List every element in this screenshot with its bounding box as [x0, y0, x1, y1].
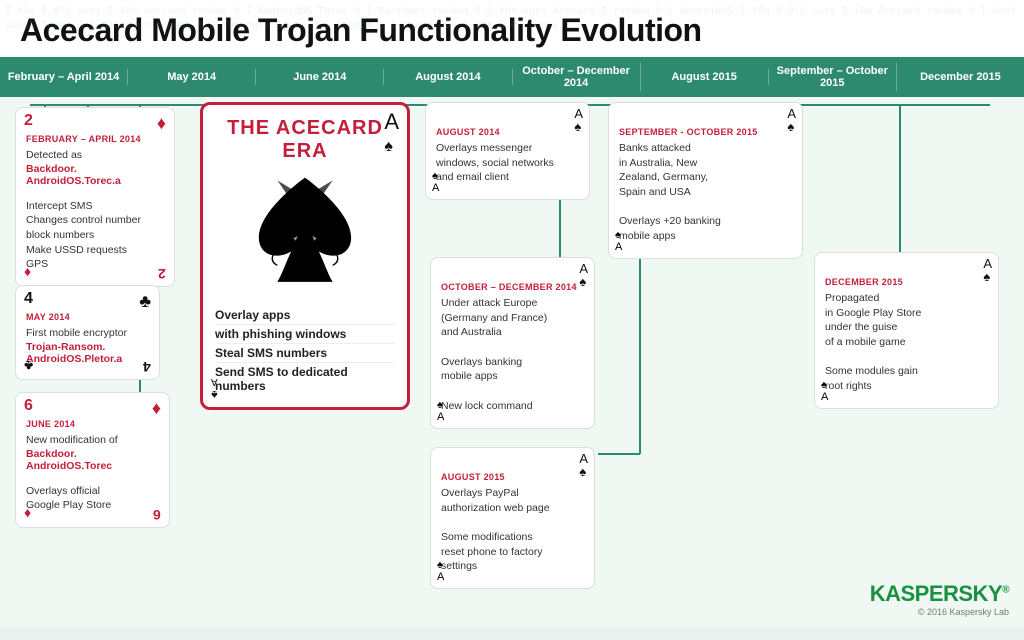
card-date-june: JUNE 2014: [26, 419, 159, 429]
card-number-may-bottom: 4: [143, 360, 151, 374]
card-suit-oct14-top: A♠: [579, 262, 588, 288]
card-suit-aug14-top: A♠: [574, 107, 583, 133]
ace-feature-2: with phishing windows: [215, 325, 395, 344]
kaspersky-logo-text: KASPERSKY®: [870, 581, 1009, 607]
ace-suit-top: A♠: [384, 111, 399, 155]
card-number-june-bottom: 6: [153, 508, 161, 522]
card-dec-2015: A♠ DECEMBER 2015 Propagatedin Google Pla…: [814, 252, 999, 409]
card-oct-dec-2014: A♠ OCTOBER – DECEMBER 2014 Under attack …: [430, 257, 595, 429]
card-feb-apr-2014: 2 ♦ FEBRUARY – APRIL 2014 Detected as Ba…: [15, 107, 175, 287]
card-suit-sep15-top: A♠: [787, 107, 796, 133]
ace-features: Overlay apps with phishing windows Steal…: [215, 306, 395, 395]
card-date-aug14: AUGUST 2014: [436, 127, 579, 137]
kaspersky-logo-block: KASPERSKY® © 2016 Kaspersky Lab: [870, 581, 1009, 617]
card-suit-dec15-top: A♠: [983, 257, 992, 283]
ace-suit-bottom: ♠A: [211, 376, 218, 401]
ace-feature-3: Steal SMS numbers: [215, 344, 395, 363]
main-container: 5 Y0n 8.0°C nuts 5 Y0n Acecard random 0 …: [0, 0, 1024, 640]
card-aug-2015: A♠ AUGUST 2015 Overlays PayPalauthorizat…: [430, 447, 595, 589]
card-suit-aug14-bottom: ♠A: [432, 170, 439, 194]
card-date-dec15: DECEMBER 2015: [825, 277, 988, 287]
card-aug-2014: A♠ AUGUST 2014 Overlays messengerwindows…: [425, 102, 590, 200]
card-may-2014: 4 ♣ MAY 2014 First mobile encryptor Troj…: [15, 285, 160, 380]
card-suit-may: ♣: [139, 292, 151, 310]
card-suit-june-bottom: ♦: [24, 507, 31, 521]
ace-card-center: A♠ THE ACECARD ERA: [200, 102, 410, 410]
card-number-feb-bottom: 2: [158, 267, 166, 281]
card-suit-aug15-bottom: ♠A: [437, 559, 444, 583]
card-text-june-2: Overlays officialGoogle Play Store: [26, 484, 159, 513]
card-text-dec15: Propagatedin Google Play Storeunder the …: [825, 291, 988, 394]
kaspersky-copyright: © 2016 Kaspersky Lab: [870, 607, 1009, 617]
card-number-feb: 2: [24, 113, 33, 129]
card-date-aug15: AUGUST 2015: [441, 472, 584, 482]
content-area: 2 ♦ FEBRUARY – APRIL 2014 Detected as Ba…: [0, 97, 1024, 627]
card-june-2014: 6 ♦ JUNE 2014 New modification of Backdo…: [15, 392, 170, 528]
card-suit-june: ♦: [152, 399, 161, 417]
card-date-may: MAY 2014: [26, 312, 149, 322]
card-text-may-1: First mobile encryptor: [26, 326, 149, 341]
card-text-aug14: Overlays messengerwindows, social networ…: [436, 141, 579, 185]
card-link-feb: Backdoor.AndroidOS.Torec.a: [26, 163, 164, 187]
card-date-oct14: OCTOBER – DECEMBER 2014: [441, 282, 584, 292]
card-number-may: 4: [24, 291, 33, 307]
card-suit-feb-bottom: ♦: [24, 266, 31, 280]
card-date-feb: FEBRUARY – APRIL 2014: [26, 134, 164, 144]
card-text-feb-1: Detected as: [26, 148, 164, 163]
card-sep-oct-2015: A♠ SEPTEMBER - OCTOBER 2015 Banks attack…: [608, 102, 803, 259]
card-suit-feb: ♦: [157, 114, 166, 132]
card-text-feb-2: Intercept SMSChanges control numberblock…: [26, 199, 164, 272]
card-link-may: Trojan-Ransom.AndroidOS.Pletor.a: [26, 341, 149, 365]
kaspersky-superscript: ®: [1002, 585, 1009, 596]
card-text-aug15: Overlays PayPalauthorization web pageSom…: [441, 486, 584, 574]
card-text-june-1: New modification of: [26, 433, 159, 448]
card-suit-dec15-bottom: ♠A: [821, 379, 828, 403]
card-suit-sep15-bottom: ♠A: [615, 229, 622, 253]
card-date-sep15: SEPTEMBER - OCTOBER 2015: [619, 127, 792, 137]
card-suit-oct14-bottom: ♠A: [437, 399, 444, 423]
card-text-oct14: Under attack Europe(Germany and France)a…: [441, 296, 584, 414]
card-number-june: 6: [24, 398, 33, 414]
card-link-june: Backdoor.AndroidOS.Torec: [26, 448, 159, 472]
card-suit-aug15-top: A♠: [579, 452, 588, 478]
ace-card-title: THE ACECARD ERA: [215, 117, 395, 163]
card-suit-may-bottom: ♣: [24, 359, 33, 373]
acecard-spade-design: [245, 173, 365, 293]
card-text-sep15: Banks attackedin Australia, NewZealand, …: [619, 141, 792, 244]
ace-feature-1: Overlay apps: [215, 306, 395, 325]
ace-feature-4: Send SMS to dedicated numbers: [215, 363, 395, 395]
